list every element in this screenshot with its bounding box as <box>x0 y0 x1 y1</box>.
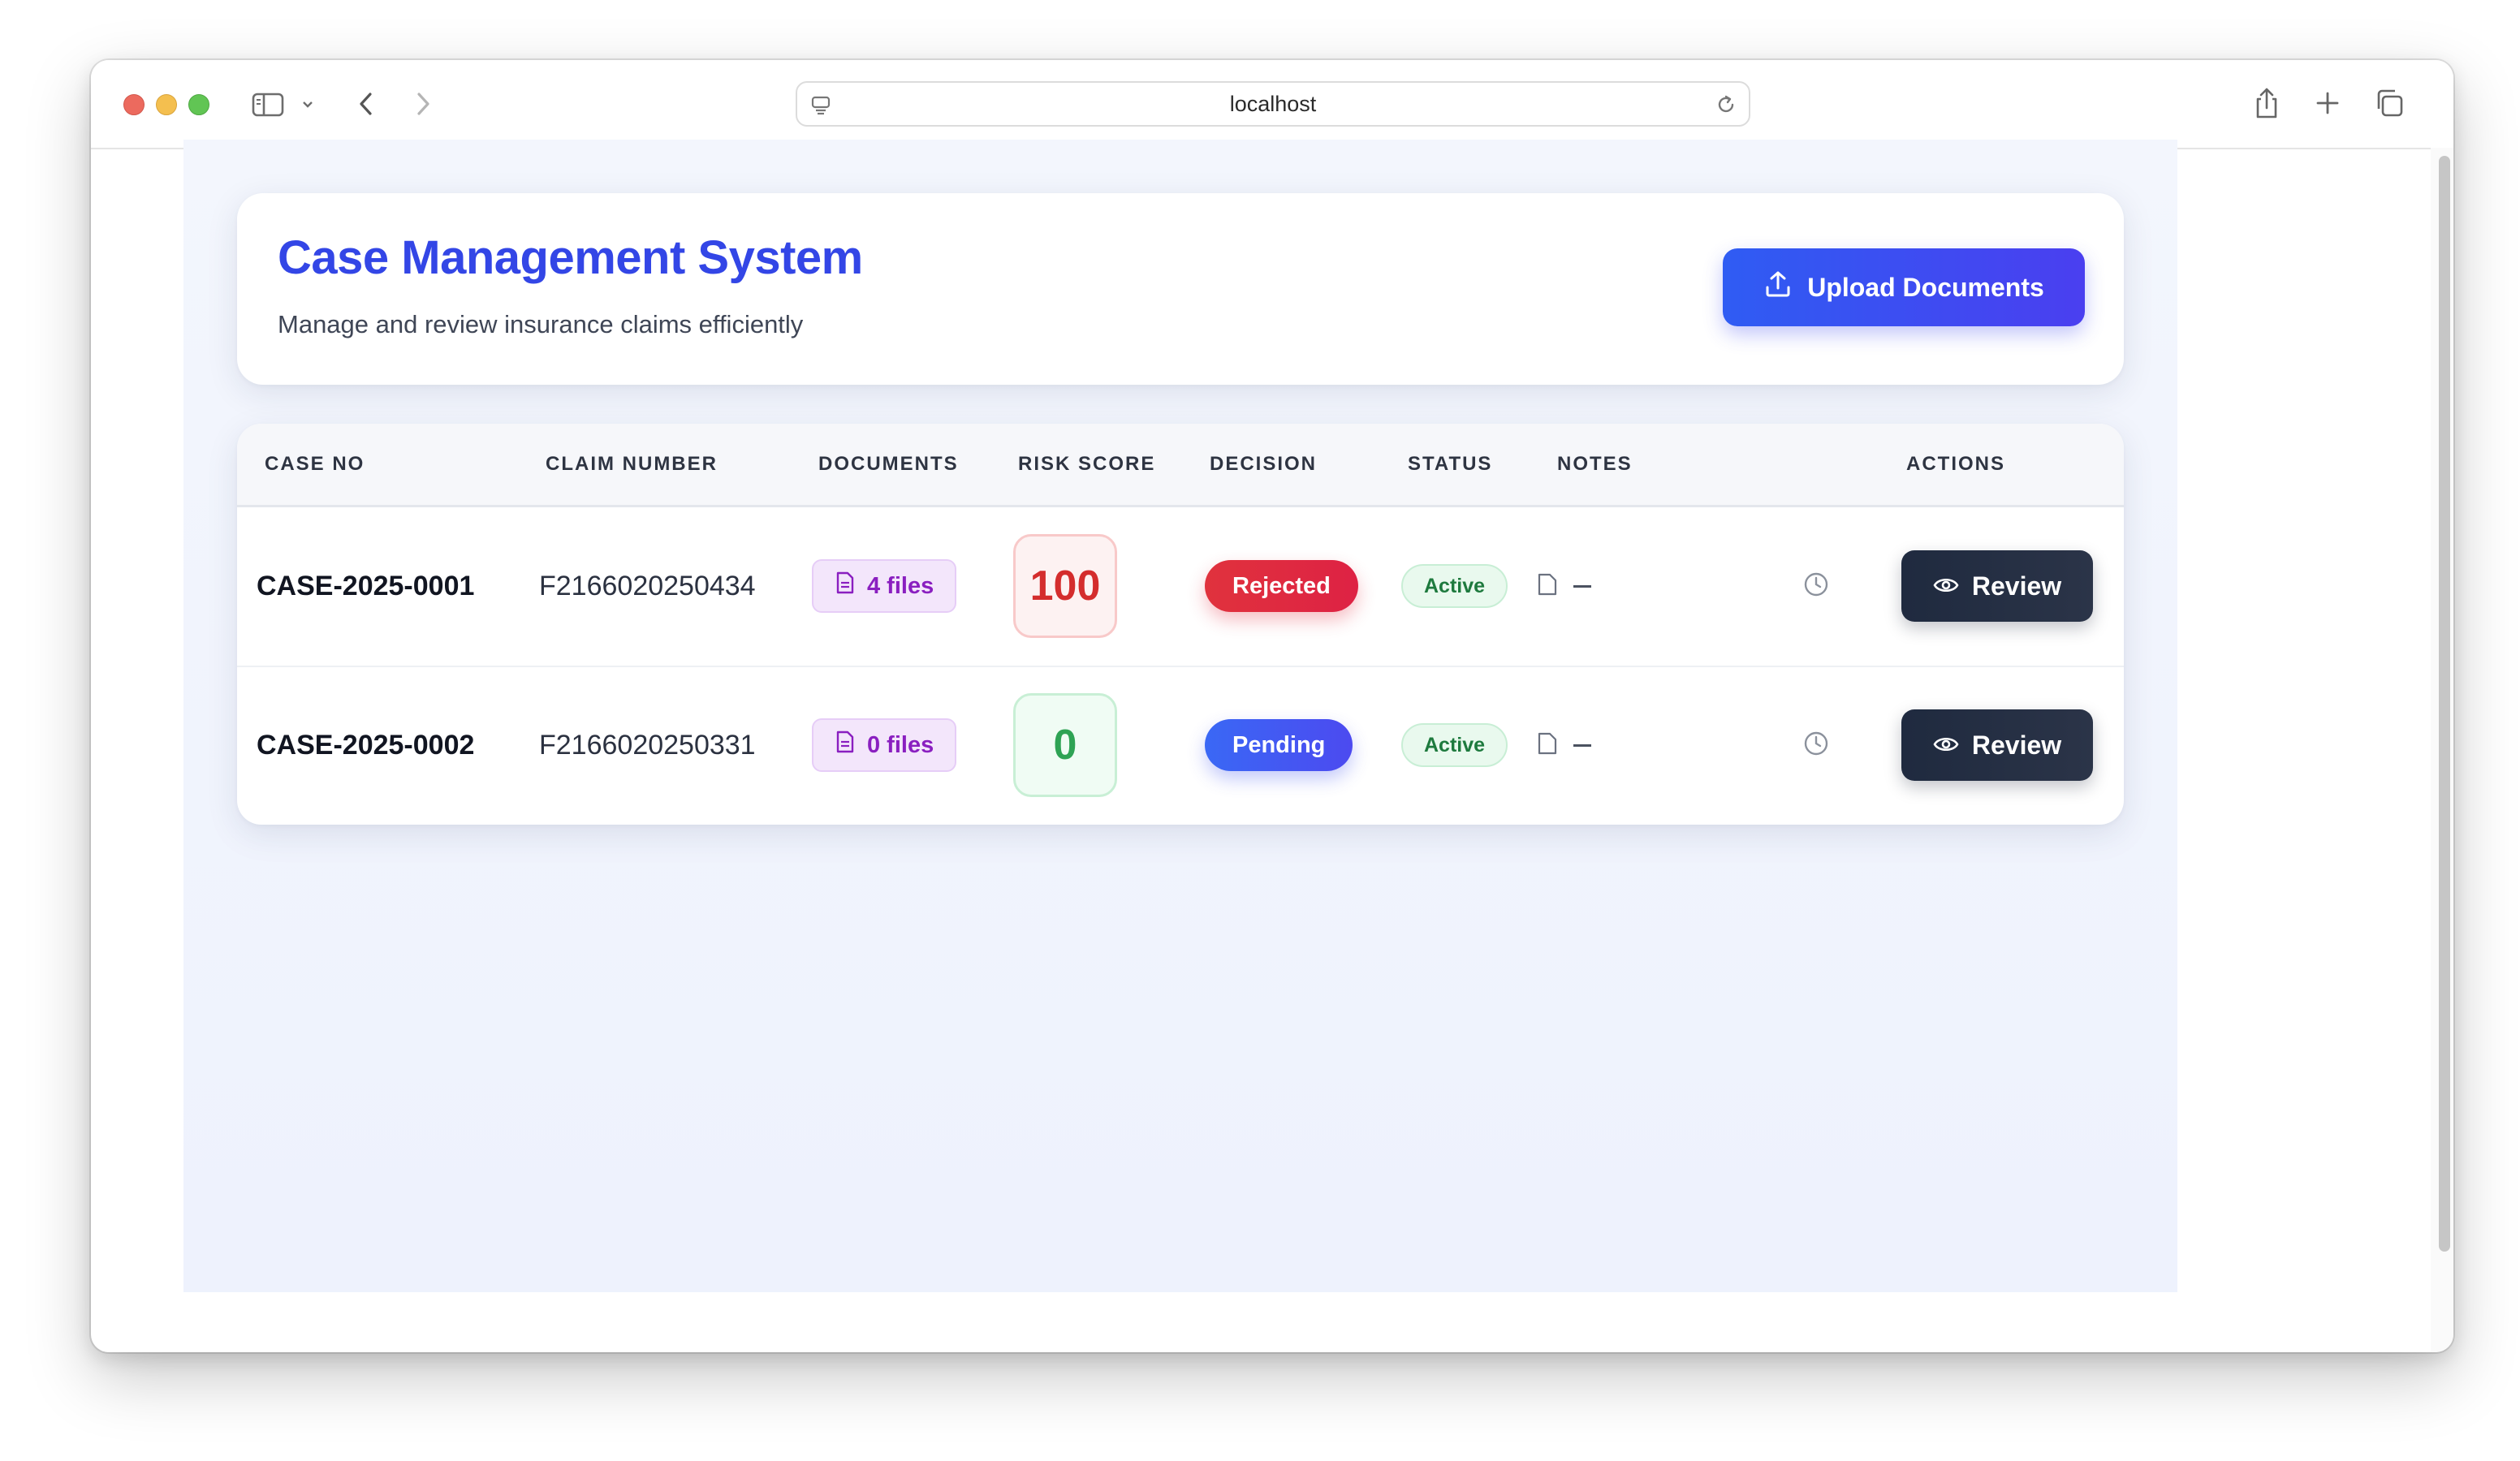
eye-icon <box>1933 571 1959 601</box>
history-cell <box>1802 666 1830 825</box>
decision-badge: Rejected <box>1205 560 1358 612</box>
files-count: 4 files <box>867 572 934 599</box>
new-tab-icon[interactable] <box>2312 88 2343 119</box>
history-cell <box>1802 506 1830 666</box>
browser-toolbar: localhost <box>91 60 2453 149</box>
column-header-case-no: CASE NO <box>265 453 365 475</box>
page-subtitle: Manage and review insurance claims effic… <box>278 310 804 338</box>
notes-empty-dash <box>1573 584 1591 588</box>
column-header-status: STATUS <box>1408 453 1493 475</box>
risk-score: 100 <box>1013 534 1117 638</box>
table-header: CASE NO CLAIM NUMBER DOCUMENTS RISK SCOR… <box>237 424 2124 507</box>
note-icon[interactable] <box>1536 731 1559 760</box>
risk-score-cell: 100 <box>1013 506 1117 666</box>
note-icon[interactable] <box>1536 572 1559 601</box>
clock-icon[interactable] <box>1802 571 1830 602</box>
share-icon[interactable] <box>2250 84 2283 122</box>
column-header-decision: DECISION <box>1210 453 1318 475</box>
decision-cell: Rejected <box>1205 506 1358 666</box>
status-badge: Active <box>1401 723 1508 767</box>
zoom-window-button[interactable] <box>188 94 209 115</box>
chevron-down-icon[interactable] <box>299 96 317 114</box>
decision-cell: Pending <box>1205 666 1353 825</box>
header-card: Case Management System Manage and review… <box>237 193 2124 385</box>
status-cell: Active <box>1401 506 1508 666</box>
tab-overview-icon[interactable] <box>2372 86 2406 120</box>
close-window-button[interactable] <box>123 94 145 115</box>
files-badge[interactable]: 0 files <box>812 718 957 772</box>
actions-cell: Review <box>1901 666 2093 825</box>
column-header-notes: NOTES <box>1557 453 1633 475</box>
notes-cell <box>1536 506 1591 666</box>
risk-score: 0 <box>1013 693 1117 797</box>
review-button[interactable]: Review <box>1901 709 2093 781</box>
case-no-cell: CASE-2025-0001 <box>257 570 475 601</box>
column-header-risk-score: RISK SCORE <box>1018 453 1156 475</box>
column-header-documents: DOCUMENTS <box>818 453 959 475</box>
forward-arrow-icon[interactable] <box>409 89 437 119</box>
notes-cell <box>1536 666 1591 825</box>
page-title: Case Management System <box>278 231 863 284</box>
files-badge[interactable]: 4 files <box>812 559 957 613</box>
files-count: 0 files <box>867 731 934 758</box>
clock-icon[interactable] <box>1802 730 1830 761</box>
cases-table: CASE NO CLAIM NUMBER DOCUMENTS RISK SCOR… <box>237 424 2124 825</box>
table-row: CASE-2025-0001 F2166020250434 4 files 10… <box>237 506 2124 667</box>
scrollbar-thumb[interactable] <box>2439 156 2450 1252</box>
actions-cell: Review <box>1901 506 2093 666</box>
claim-number-cell: F2166020250331 <box>539 729 756 761</box>
decision-badge: Pending <box>1205 719 1353 771</box>
documents-cell: 0 files <box>812 666 957 825</box>
page-body: Case Management System Manage and review… <box>183 140 2177 1292</box>
review-label: Review <box>1971 730 2062 760</box>
reload-icon[interactable] <box>1713 92 1739 118</box>
column-header-claim-number: CLAIM NUMBER <box>546 453 718 475</box>
document-icon <box>835 730 856 761</box>
minimize-window-button[interactable] <box>156 94 177 115</box>
upload-documents-button[interactable]: Upload Documents <box>1723 248 2085 326</box>
review-button[interactable]: Review <box>1901 550 2093 622</box>
column-header-actions: ACTIONS <box>1906 453 2005 475</box>
upload-icon <box>1763 269 1793 305</box>
table-row: CASE-2025-0002 F2166020250331 0 files 0 … <box>237 666 2124 825</box>
address-url: localhost <box>1229 92 1317 116</box>
eye-icon <box>1933 730 1959 761</box>
risk-score-cell: 0 <box>1013 666 1117 825</box>
case-no-cell: CASE-2025-0002 <box>257 729 475 761</box>
claim-number-cell: F2166020250434 <box>539 570 756 601</box>
status-badge: Active <box>1401 564 1508 608</box>
documents-cell: 4 files <box>812 506 957 666</box>
status-cell: Active <box>1401 666 1508 825</box>
back-arrow-icon[interactable] <box>352 89 380 119</box>
notes-empty-dash <box>1573 743 1591 747</box>
review-label: Review <box>1971 571 2062 601</box>
sidebar-toggle-icon[interactable] <box>250 91 286 119</box>
address-bar[interactable]: localhost <box>796 81 1750 127</box>
upload-documents-label: Upload Documents <box>1807 272 2044 302</box>
document-icon <box>835 571 856 601</box>
